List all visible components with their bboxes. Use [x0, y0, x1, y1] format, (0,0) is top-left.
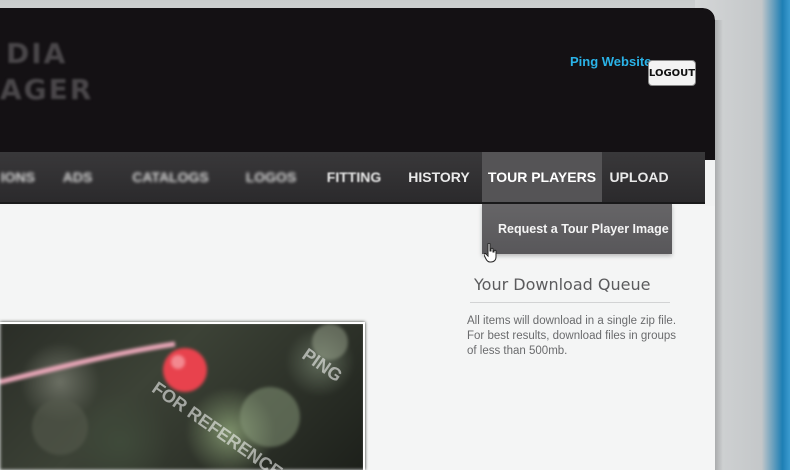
hand-cursor-icon — [484, 243, 497, 263]
queue-divider — [470, 302, 670, 303]
main-nav: IONS ADS CATALOGS LOGOS FITTING HISTORY … — [0, 152, 705, 204]
dropdown-item-request-tour-player-image[interactable]: Request a Tour Player Image — [498, 222, 669, 236]
nav-item-catalogs[interactable]: CATALOGS — [118, 152, 223, 202]
nav-item-tour-players[interactable]: TOUR PLAYERS — [482, 152, 602, 202]
nav-item-upload[interactable]: UPLOAD — [606, 152, 672, 202]
download-queue-description: All items will download in a single zip … — [467, 315, 677, 357]
nav-item-ads[interactable]: ADS — [50, 152, 105, 202]
nav-item-history[interactable]: HISTORY — [400, 152, 478, 202]
logo-line-1: DIA — [6, 37, 68, 70]
screen-edge-shadow — [715, 20, 723, 470]
nav-item-logos[interactable]: LOGOS — [236, 152, 306, 202]
site-logo[interactable]: DIA AGER — [0, 36, 93, 108]
logout-button[interactable]: LOGOUT — [648, 60, 696, 86]
logo-line-2: AGER — [0, 73, 94, 106]
download-queue-title: Your Download Queue — [474, 275, 651, 294]
ping-website-link[interactable]: Ping Website — [570, 54, 651, 69]
nav-item-locations[interactable]: IONS — [0, 152, 35, 202]
tour-players-dropdown: Request a Tour Player Image — [482, 204, 672, 254]
site-header: DIA AGER Ping Website LOGOUT — [0, 8, 715, 160]
nav-item-fitting[interactable]: FITTING — [318, 152, 390, 202]
